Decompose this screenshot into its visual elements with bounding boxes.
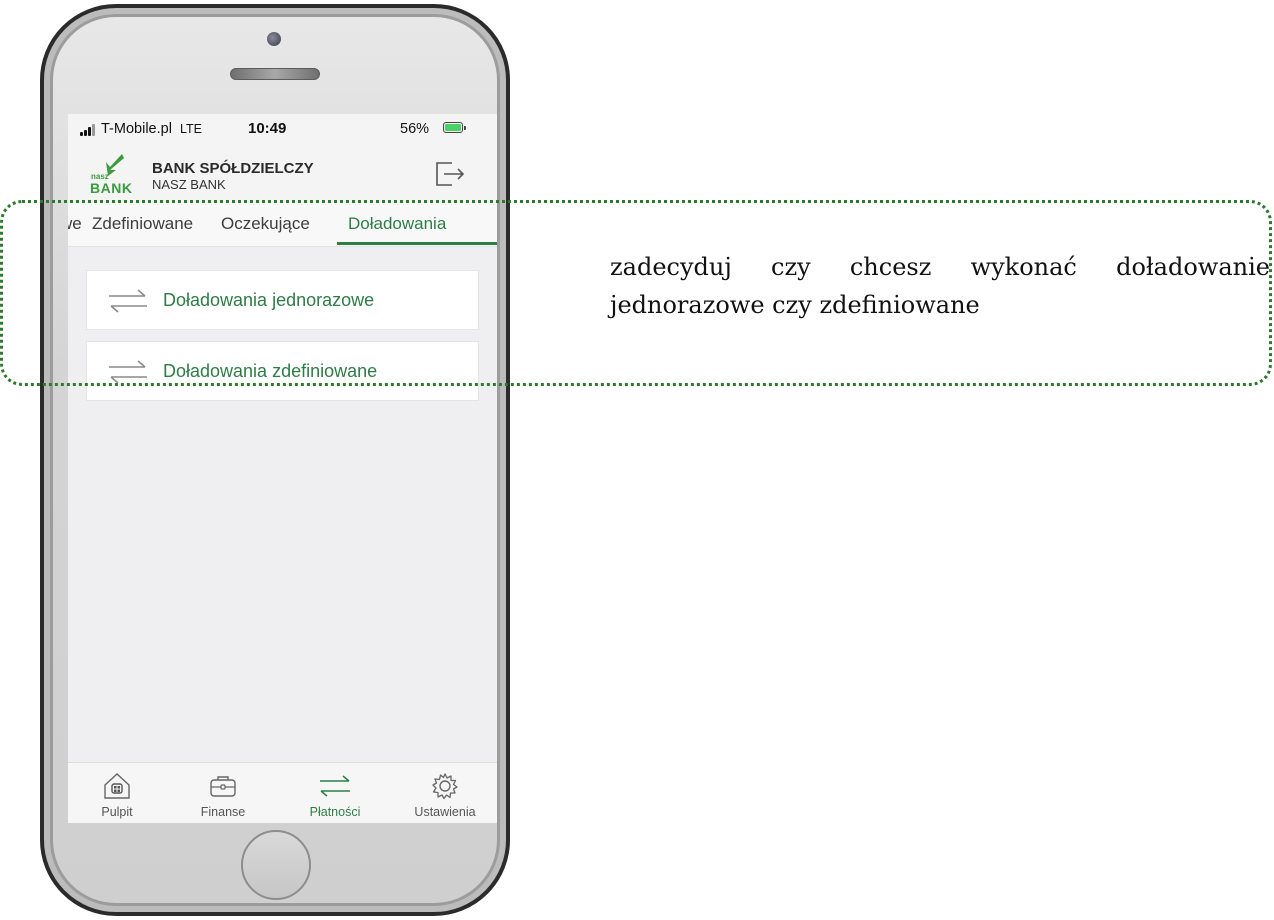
app-header: nasz BANK BANK SPÓŁDZIELCZY NASZ BANK <box>68 144 497 203</box>
status-bar: T-Mobile.pl LTE 10:49 56% <box>68 114 497 144</box>
bank-name: BANK SPÓŁDZIELCZY <box>152 160 314 177</box>
nav-pulpit[interactable]: Pulpit <box>72 763 162 823</box>
bottom-nav: Pulpit Finanse Płatności Ustawienia <box>68 762 497 823</box>
clock: 10:49 <box>248 120 287 137</box>
phone-frame: T-Mobile.pl LTE 10:49 56% nasz BANK BANK… <box>40 4 510 916</box>
battery-percent: 56% <box>400 121 430 137</box>
wallet-icon <box>210 776 236 797</box>
bank-logo: nasz BANK <box>90 152 133 196</box>
instruction-text: zadecyduj czy chcesz wykonać doładowanie… <box>610 253 1270 320</box>
logo-big-text: BANK <box>90 180 133 196</box>
nav-ustawienia[interactable]: Ustawienia <box>400 763 490 823</box>
signal-icon <box>80 124 100 136</box>
gear-icon <box>432 773 458 800</box>
swap-arrows-icon <box>320 775 350 797</box>
speaker-grille <box>230 68 320 80</box>
home-icon <box>104 773 130 799</box>
bank-subname: NASZ BANK <box>152 177 226 192</box>
nav-platnosci[interactable]: Płatności <box>290 763 380 823</box>
carrier-label: T-Mobile.pl LTE <box>101 121 202 137</box>
nav-label: Finanse <box>200 805 246 819</box>
nav-label: Płatności <box>309 805 361 819</box>
nav-label: Ustawienia <box>414 805 476 819</box>
battery-icon <box>443 122 466 133</box>
logout-icon[interactable] <box>434 159 466 189</box>
nav-label: Pulpit <box>101 805 133 819</box>
home-button[interactable] <box>241 830 311 900</box>
nav-finanse[interactable]: Finanse <box>178 763 268 823</box>
camera-icon <box>267 32 281 46</box>
